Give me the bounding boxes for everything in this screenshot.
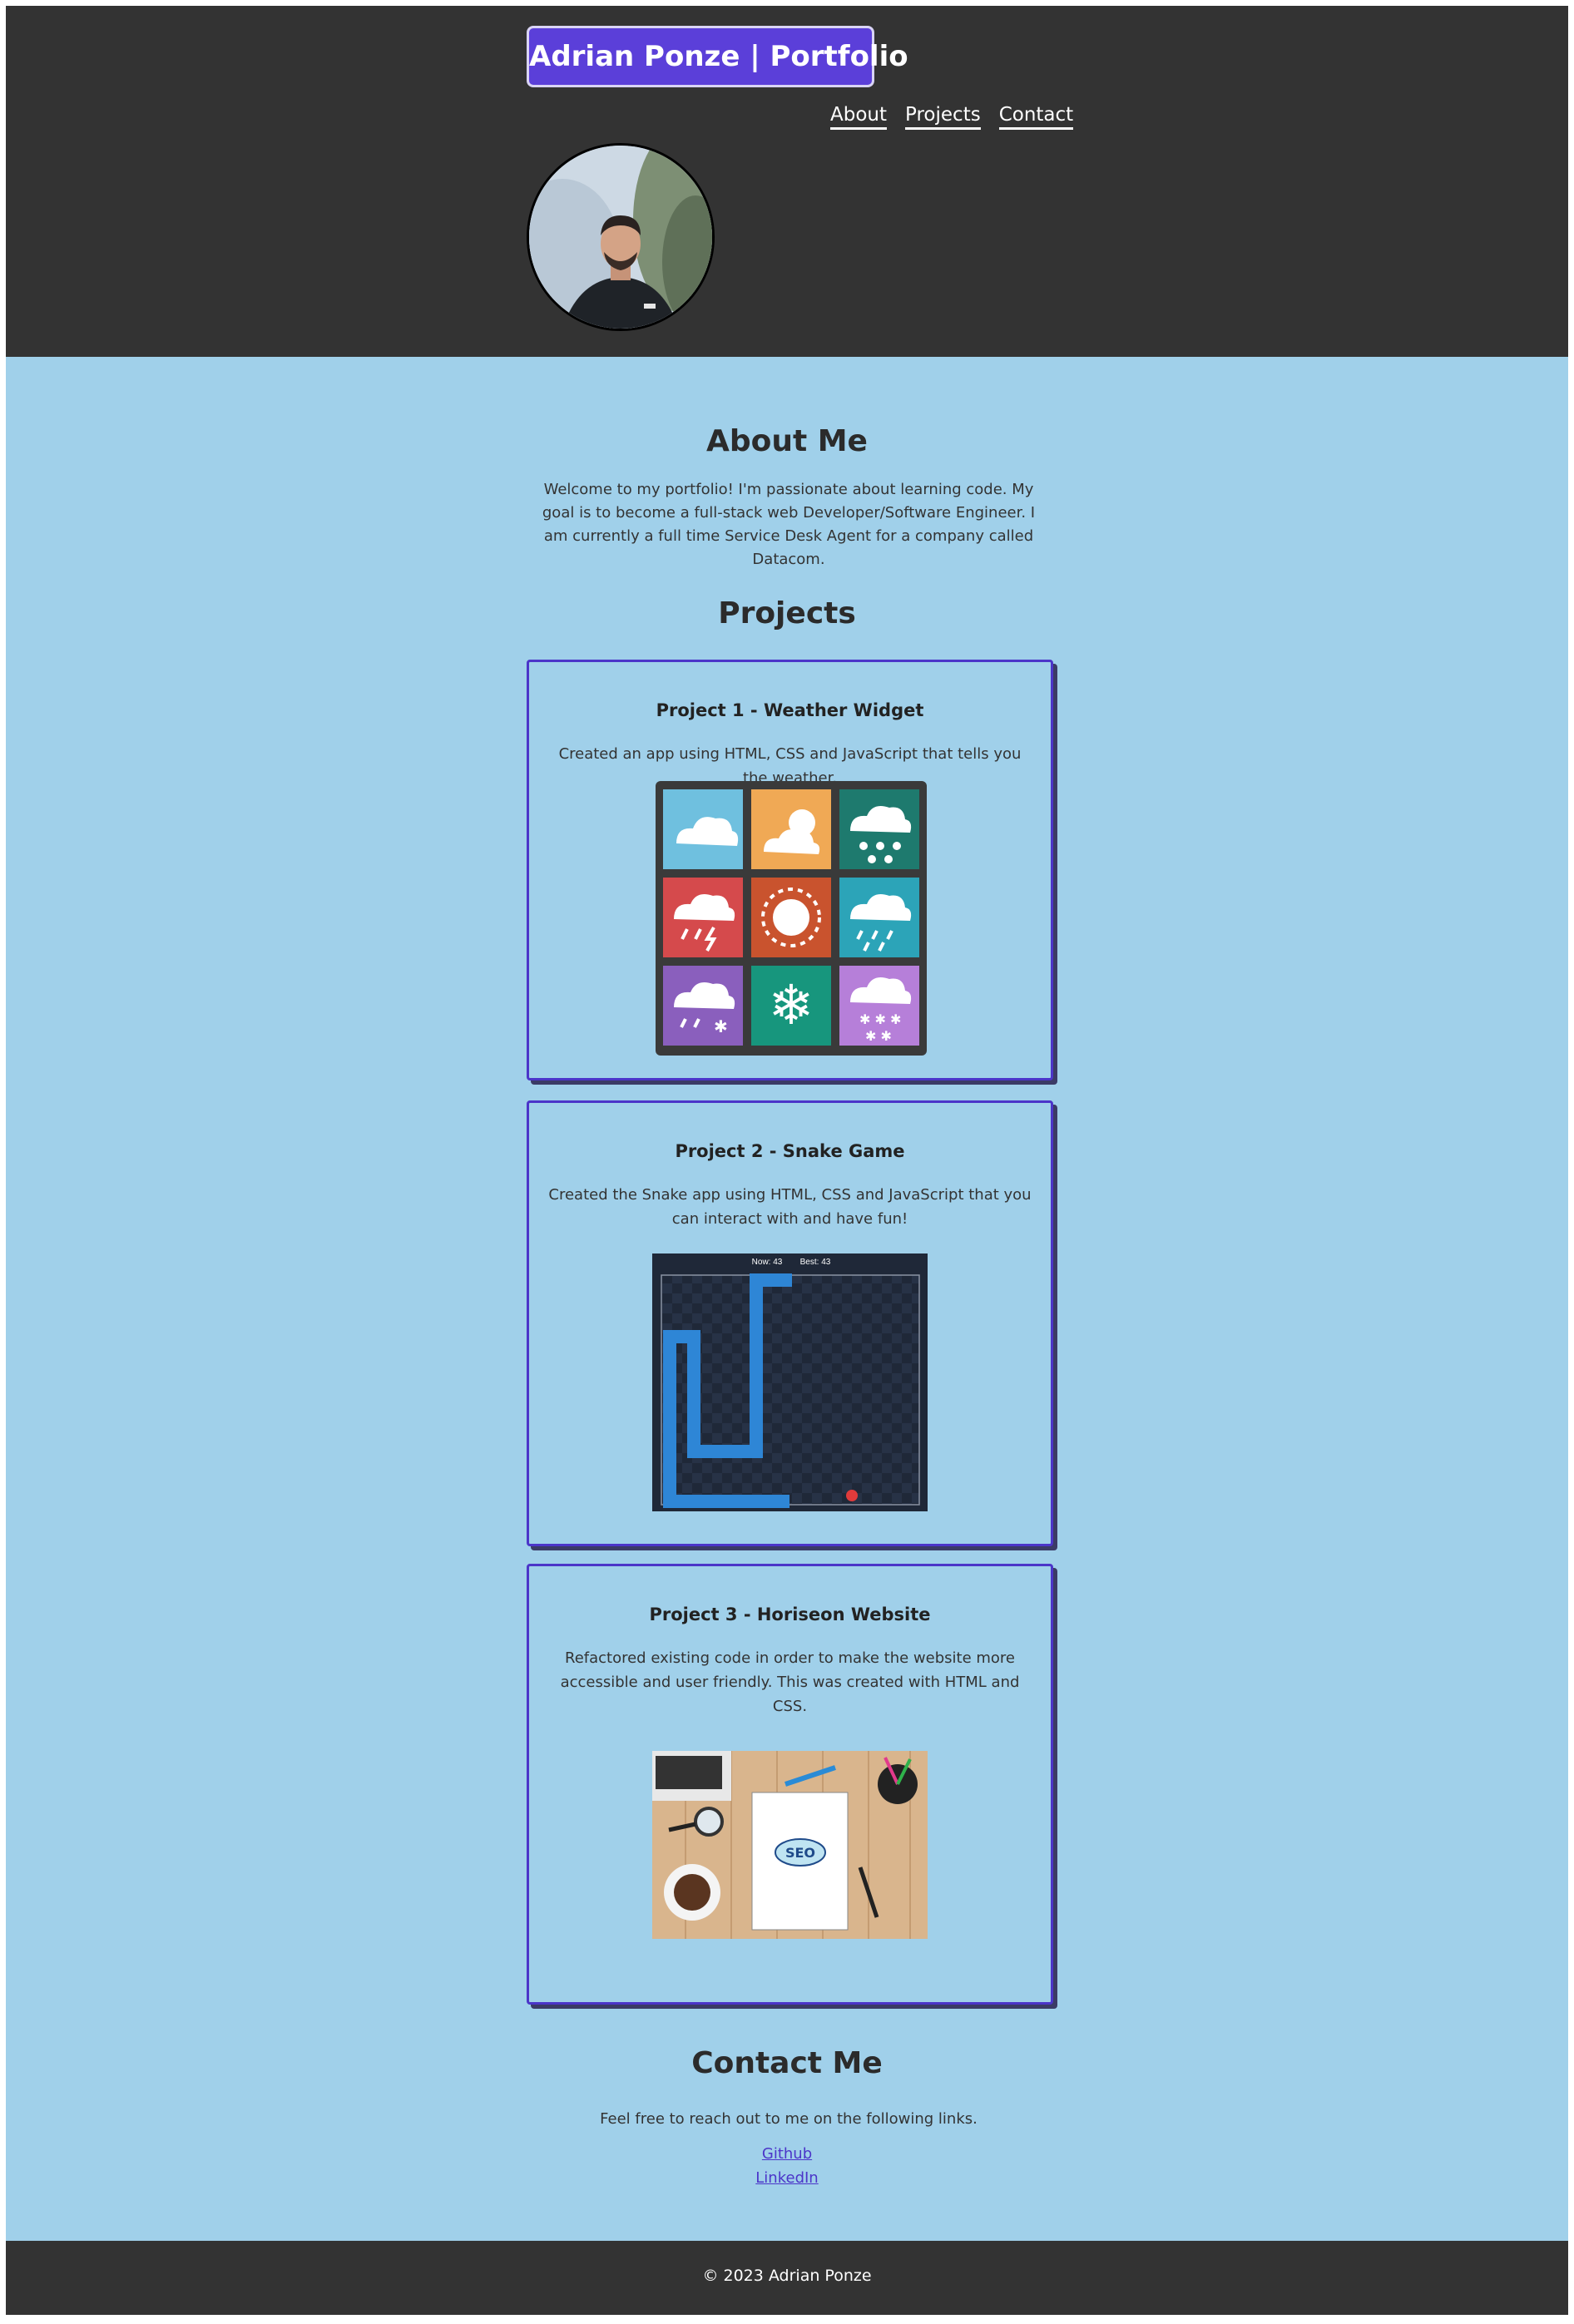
github-link[interactable]: Github: [762, 2145, 812, 2163]
rain-icon: [839, 878, 919, 957]
github-link-wrap: Github: [6, 2145, 1568, 2163]
linkedin-link[interactable]: LinkedIn: [755, 2169, 818, 2187]
copyright-text: © 2023 Adrian Ponze: [702, 2267, 872, 2285]
nav-contact[interactable]: Contact: [998, 104, 1074, 130]
footer: © 2023 Adrian Ponze: [6, 2241, 1568, 2315]
sleet-icon: ✱: [663, 966, 743, 1046]
page: Adrian Ponze | Portfolio About Projects …: [6, 6, 1568, 2315]
project-title: Project 1 - Weather Widget: [656, 700, 924, 720]
hail-icon: [839, 789, 919, 869]
score-best: Best: 43: [800, 1258, 831, 1267]
nav-about[interactable]: About: [830, 104, 888, 130]
svg-text:❄: ❄: [768, 973, 814, 1037]
sun-icon: [751, 878, 831, 957]
contact-heading: Contact Me: [691, 2046, 883, 2080]
linkedin-link-wrap: LinkedIn: [6, 2169, 1568, 2187]
project-title: Project 2 - Snake Game: [675, 1141, 905, 1161]
svg-text:✱ ✱ ✱: ✱ ✱ ✱: [859, 1011, 901, 1027]
contact-text: Feel free to reach out to me on the foll…: [600, 2110, 978, 2128]
avatar: [527, 143, 715, 331]
project-title: Project 3 - Horiseon Website: [649, 1605, 931, 1624]
project-card-snake: Project 2 - Snake Game Created the Snake…: [527, 1100, 1053, 1546]
about-heading: About Me: [706, 424, 868, 458]
about-text: Welcome to my portfolio! I'm passionate …: [542, 481, 1036, 568]
snowflake-icon: ❄: [751, 966, 831, 1046]
project-description: Refactored existing code in order to mak…: [560, 1649, 1020, 1715]
svg-text:✱ ✱: ✱ ✱: [865, 1028, 892, 1044]
snake-game-image: Now: 43 Best: 43: [652, 1253, 928, 1515]
partly-sunny-icon: [751, 789, 831, 869]
nav-projects[interactable]: Projects: [905, 104, 981, 130]
snow-icon: ✱ ✱ ✱✱ ✱: [839, 966, 919, 1046]
horiseon-website-image: SEO: [652, 1751, 928, 1942]
project-card-weather: Project 1 - Weather Widget Created an ap…: [527, 660, 1053, 1080]
project-card-horiseon: Project 3 - Horiseon Website Refactored …: [527, 1564, 1053, 2005]
project-description: Created the Snake app using HTML, CSS an…: [548, 1186, 1032, 1228]
main-nav: About Projects Contact: [830, 104, 1074, 130]
thunderstorm-icon: [663, 878, 743, 957]
cloud-icon: [663, 789, 743, 869]
weather-widget-image: ✱ ❄ ✱ ✱ ✱ ✱ ✱: [656, 781, 927, 1059]
projects-heading: Projects: [718, 596, 856, 630]
score-now: Now: 43: [752, 1258, 783, 1267]
site-title[interactable]: Adrian Ponze | Portfolio: [527, 26, 908, 87]
svg-text:✱: ✱: [714, 1016, 728, 1036]
svg-text:SEO: SEO: [785, 1845, 815, 1861]
header: Adrian Ponze | Portfolio About Projects …: [6, 6, 1568, 357]
